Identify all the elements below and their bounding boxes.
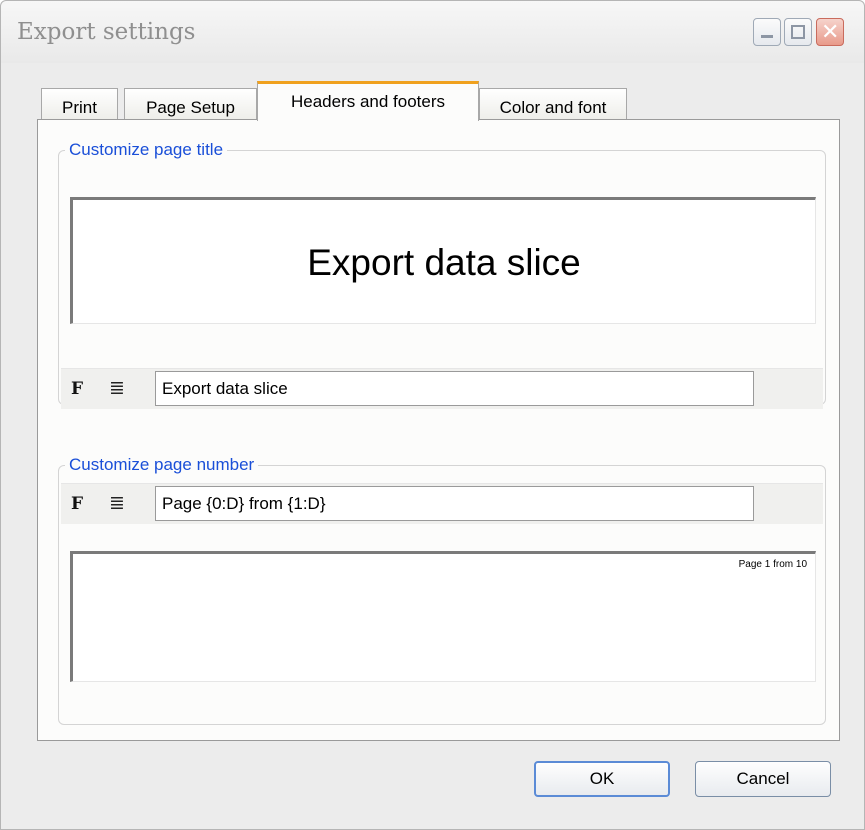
close-icon: ✕ — [821, 19, 840, 44]
tab-print[interactable]: Print — [41, 88, 118, 119]
ok-button[interactable]: OK — [534, 761, 670, 797]
align-icon[interactable]: ≣ — [109, 377, 125, 400]
page-title-toolbar: F ≣ — [61, 368, 823, 409]
page-title-preview: Export data slice — [70, 197, 816, 324]
page-number-legend: Customize page number — [69, 455, 255, 474]
page-title-group: Customize page title Export data slice F… — [58, 140, 826, 409]
window-title: Export settings — [17, 19, 196, 45]
minimize-button[interactable] — [753, 18, 781, 46]
page-number-preview: Page 1 from 10 — [70, 551, 816, 682]
export-settings-dialog: Export settings ✕ Print Page Setup Heade… — [0, 0, 865, 830]
align-icon[interactable]: ≣ — [109, 492, 125, 515]
page-number-group: Customize page number F ≣ Page 1 from 10 — [58, 455, 826, 725]
font-button[interactable]: F — [71, 494, 83, 514]
title-bar[interactable]: Export settings ✕ — [1, 1, 864, 63]
page-title-input[interactable] — [155, 371, 754, 406]
page-number-preview-text: Page 1 from 10 — [738, 559, 807, 570]
tab-headers-and-footers[interactable]: Headers and footers — [257, 81, 479, 121]
page-number-toolbar: F ≣ — [61, 483, 823, 524]
page-number-input[interactable] — [155, 486, 754, 521]
tab-panel: Customize page title Export data slice F… — [37, 119, 840, 741]
close-button[interactable]: ✕ — [816, 18, 844, 46]
maximize-button[interactable] — [784, 18, 812, 46]
tab-color-and-font[interactable]: Color and font — [479, 88, 627, 119]
page-title-legend: Customize page title — [69, 140, 224, 159]
tab-page-setup[interactable]: Page Setup — [124, 88, 257, 119]
font-button[interactable]: F — [71, 379, 83, 399]
page-title-preview-text: Export data slice — [307, 242, 581, 283]
cancel-button[interactable]: Cancel — [695, 761, 831, 797]
